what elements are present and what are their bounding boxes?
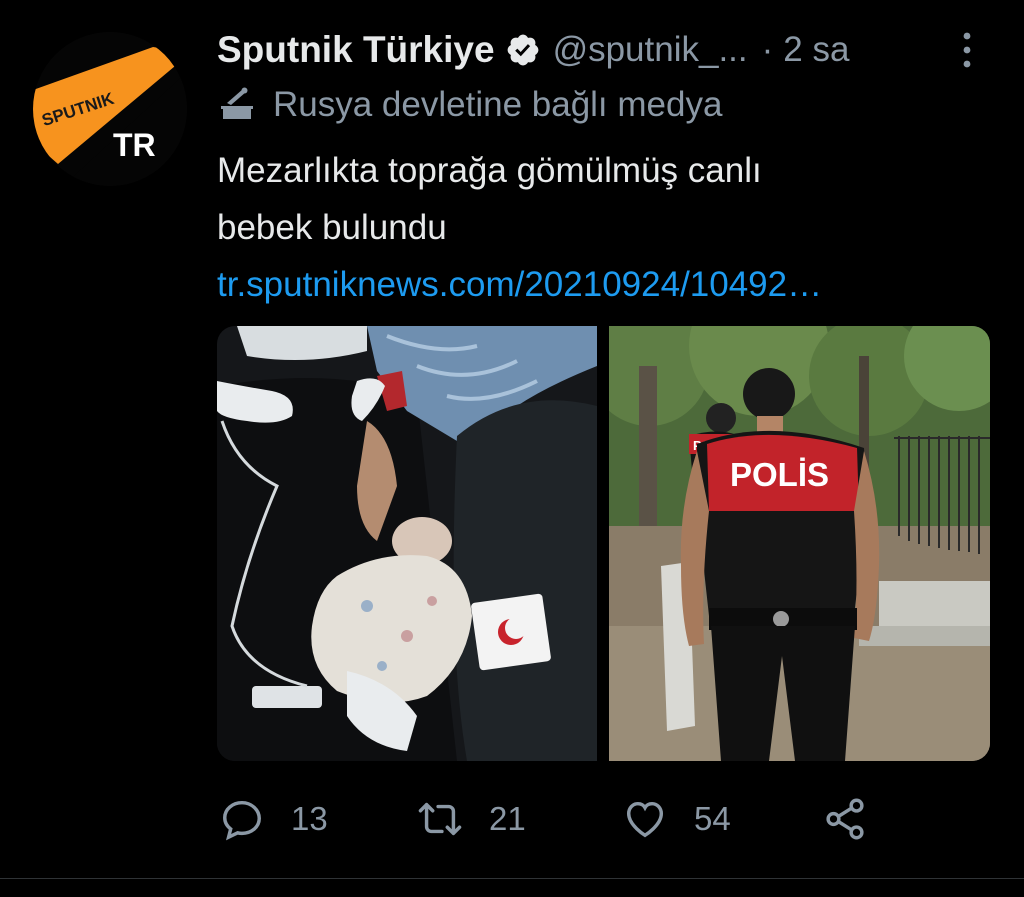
reply-icon (223, 800, 261, 841)
retweet-icon (418, 802, 462, 836)
tweet-link[interactable]: tr.sputniknews.com/20210924/10492… (217, 258, 822, 312)
like-button[interactable]: 54 (622, 792, 731, 846)
like-count: 54 (694, 800, 731, 837)
retweet-count: 21 (489, 800, 526, 837)
meta-separator: · (761, 30, 774, 69)
author-handle[interactable]: @sputnik_... (553, 30, 748, 70)
heart-icon (626, 801, 664, 838)
reply-count: 13 (291, 800, 328, 837)
media-photo-police[interactable]: POLİS POLİS (609, 326, 990, 761)
tweet-text-line-2: bebek bulundu (217, 208, 447, 247)
infant-photo-illustration (217, 326, 597, 761)
sputnik-logo: SPUTNIK TR (33, 32, 187, 186)
verified-badge-icon (507, 34, 538, 66)
police-photo-illustration: POLİS POLİS (609, 326, 990, 761)
tweet-header: Sputnik Türkiye @sputnik_... · 2 sa (217, 26, 849, 74)
avatar-region-text: TR (113, 127, 156, 163)
tweet-text-line-1: Mezarlıkta toprağa gömülmüş canlı (217, 151, 762, 190)
state-affiliation-label[interactable]: Rusya devletine bağlı medya (217, 82, 722, 128)
tweet-divider (0, 878, 1024, 879)
media-grid: POLİS POLİS (217, 326, 990, 761)
affiliation-text: Rusya devletine bağlı medya (273, 85, 723, 124)
author-avatar[interactable]: SPUTNIK TR (33, 32, 187, 186)
tweet-text: Mezarlıkta toprağa gömülmüş canlı bebek … (217, 142, 977, 256)
state-media-icon (221, 87, 253, 119)
retweet-button[interactable]: 21 (417, 792, 526, 846)
author-display-name[interactable]: Sputnik Türkiye (217, 29, 495, 71)
officer-vest-text: POLİS (730, 456, 829, 493)
reply-button[interactable]: 13 (219, 792, 328, 846)
tweet-actions: 13 21 54 (217, 792, 977, 846)
share-button[interactable] (822, 792, 868, 846)
more-vertical-icon[interactable] (955, 30, 979, 70)
share-icon (826, 798, 864, 840)
tweet[interactable]: SPUTNIK TR Sputnik Türkiye @sputnik_... … (0, 0, 1024, 897)
tweet-timestamp[interactable]: 2 sa (783, 30, 849, 70)
media-photo-infant[interactable] (217, 326, 597, 761)
